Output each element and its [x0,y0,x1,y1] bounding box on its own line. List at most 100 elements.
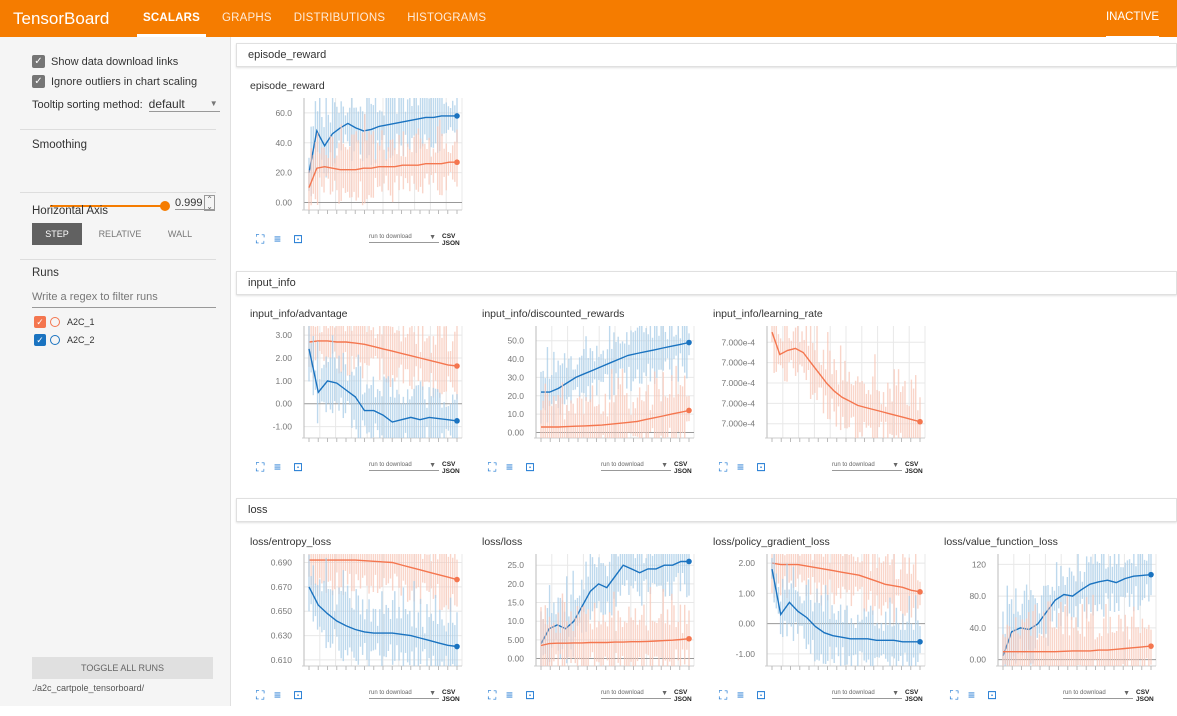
expand-icon[interactable]: ⛶ [256,233,268,245]
runs-filter-input[interactable]: Write a regex to filter runs [32,291,216,308]
y-tick-label: 15.0 [507,598,524,608]
select-placeholder: run to download [369,234,412,240]
y-tick-label: 120 [972,559,986,569]
download-links[interactable]: CSV JSON [442,233,471,247]
fit-domain-icon[interactable]: ⊡ [525,689,537,701]
lines-icon[interactable]: ≡ [274,689,286,701]
run-to-download-select[interactable]: run to download ▼ [601,462,671,471]
lines-icon[interactable]: ≡ [506,689,518,701]
y-tick-label: 0.00 [275,198,292,208]
tab-histograms[interactable]: HISTOGRAMS [407,0,486,37]
y-tick-label: 0.690 [271,558,293,568]
smoothing-input[interactable]: 0.999 ⌃ ⌄ [175,195,215,211]
lines-icon[interactable]: ≡ [274,233,286,245]
run-to-download-select[interactable]: run to download ▼ [369,234,439,243]
run-to-download-select[interactable]: run to download ▼ [832,462,902,471]
chart-svg[interactable]: 25.0 20.0 15.0 10.0 5.00 0.00 [468,536,700,711]
axis-relative-button[interactable]: RELATIVE [90,223,150,245]
expand-icon[interactable]: ⛶ [256,689,268,701]
toggle-all-runs-button[interactable]: TOGGLE ALL RUNS [32,657,213,679]
tab-graphs[interactable]: GRAPHS [222,0,272,37]
run-to-download-select[interactable]: run to download ▼ [1063,690,1133,699]
expand-icon[interactable]: ⛶ [256,461,268,473]
chart-svg[interactable]: 7.000e-4 7.000e-4 7.000e-4 7.000e-4 7.000e-4 [699,308,931,483]
expand-icon[interactable]: ⛶ [488,689,500,701]
series-end-marker [686,558,692,565]
run-item-a2c-1[interactable]: ✓ A2C_1 [34,316,95,328]
run-to-download-select[interactable]: run to download ▼ [369,462,439,471]
chart-svg[interactable]: 3.00 2.00 1.00 0.00 -1.00 [236,308,468,483]
y-tick-label: 0.00 [969,655,986,665]
series-end-marker [454,576,460,583]
section-loss[interactable]: loss [236,498,1177,522]
chart-svg[interactable]: 60.0 40.0 20.0 0.00 [236,80,468,255]
run-color-icon [50,335,60,345]
lines-icon[interactable]: ≡ [968,689,980,701]
y-tick-label: 0.650 [271,606,293,616]
expand-icon[interactable]: ⛶ [719,461,731,473]
tab-scalars[interactable]: SCALARS [137,0,206,37]
show-download-links-option[interactable]: ✓ Show data download links [32,55,178,68]
fit-domain-icon[interactable]: ⊡ [756,461,768,473]
axis-step-button[interactable]: STEP [32,223,82,245]
smoothing-slider-knob[interactable] [160,201,170,211]
section-input-info[interactable]: input_info [236,271,1177,295]
ignore-outliers-option[interactable]: ✓ Ignore outliers in chart scaling [32,75,197,88]
fit-domain-icon[interactable]: ⊡ [293,233,305,245]
fit-domain-icon[interactable]: ⊡ [756,689,768,701]
fit-domain-icon[interactable]: ⊡ [987,689,999,701]
lines-icon[interactable]: ≡ [506,461,518,473]
status-dropdown[interactable]: INACTIVE [1105,0,1159,37]
expand-icon[interactable]: ⛶ [488,461,500,473]
lines-icon[interactable]: ≡ [274,461,286,473]
run-to-download-select[interactable]: run to download ▼ [369,690,439,699]
download-links[interactable]: CSV JSON [905,461,934,475]
y-tick-label: 7.000e-4 [721,419,755,429]
tooltip-sorting-select[interactable]: default ▼ [148,97,220,112]
run-to-download-select[interactable]: run to download ▼ [601,690,671,699]
checkbox-checked-icon[interactable]: ✓ [34,316,46,328]
lines-icon[interactable]: ≡ [737,689,749,701]
chart-svg[interactable]: 50.0 40.0 30.0 20.0 10.0 0.00 [468,308,700,483]
section-episode-reward[interactable]: episode_reward [236,43,1177,67]
tooltip-sorting-label: Tooltip sorting method: [32,98,143,111]
y-tick-label: 40.0 [969,623,986,633]
stepper-icon[interactable]: ⌃ ⌄ [204,195,215,211]
y-tick-label: 0.610 [271,655,293,665]
dropdown-icon: ▼ [429,234,436,241]
chart-svg[interactable]: 0.690 0.670 0.650 0.630 0.610 [236,536,468,711]
option-label: Show data download links [51,55,179,68]
series-end-marker [1148,571,1154,578]
chart-svg[interactable]: 120 80.0 40.0 0.00 [930,536,1162,711]
y-tick-label: 7.000e-4 [721,358,755,368]
expand-icon[interactable]: ⛶ [950,689,962,701]
series-end-marker [454,643,460,650]
y-tick-label: -1.00 [273,422,293,432]
checkbox-checked-icon[interactable]: ✓ [32,55,45,68]
download-links[interactable]: CSV JSON [1136,689,1165,703]
fit-domain-icon[interactable]: ⊡ [525,461,537,473]
y-tick-label: 0.00 [507,654,524,664]
fit-domain-icon[interactable]: ⊡ [293,461,305,473]
tab-distributions[interactable]: DISTRIBUTIONS [294,0,385,37]
axis-wall-button[interactable]: WALL [155,223,205,245]
chart-toolbar: ⛶ ≡ ⊡ run to download ▼ CSV JSON [256,461,471,479]
y-tick-label: 20.0 [507,391,524,401]
run-to-download-select[interactable]: run to download ▼ [832,690,902,699]
chart-svg[interactable]: 2.00 1.00 0.00 -1.00 [699,536,931,711]
dropdown-icon: ▼ [209,99,218,108]
dropdown-icon: ▼ [892,462,899,469]
top-app-bar: TensorBoard SCALARS GRAPHS DISTRIBUTIONS… [0,0,1177,37]
chart-toolbar: ⛶ ≡ ⊡ run to download ▼ CSV JSON [719,689,934,707]
fit-domain-icon[interactable]: ⊡ [293,689,305,701]
y-tick-label: 20.0 [275,168,292,178]
download-links[interactable]: CSV JSON [442,461,471,475]
expand-icon[interactable]: ⛶ [719,689,731,701]
lines-icon[interactable]: ≡ [737,461,749,473]
download-links[interactable]: CSV JSON [442,689,471,703]
y-tick-label: 1.00 [275,376,292,386]
run-item-a2c-2[interactable]: ✓ A2C_2 [34,334,95,346]
y-tick-label: 10.0 [507,616,524,626]
checkbox-checked-icon[interactable]: ✓ [34,334,46,346]
checkbox-checked-icon[interactable]: ✓ [32,75,45,88]
